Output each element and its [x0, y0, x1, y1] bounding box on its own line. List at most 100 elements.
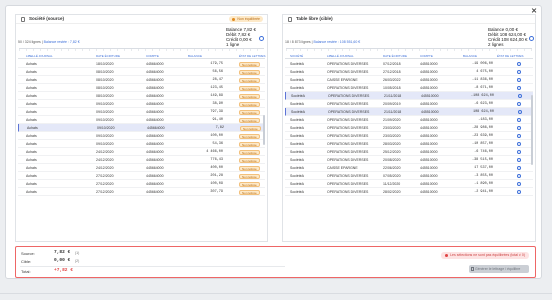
- table-row[interactable]: Achats 27/12/2020 445664000 307,79 Non lettr…: [18, 188, 265, 196]
- table-row[interactable]: SociétéA OPERATIONS DIVERSES 07/05/2020 445…: [285, 172, 533, 180]
- gear-icon[interactable]: [517, 158, 521, 162]
- table-row[interactable]: SociétéA OPERATIONS DIVERSES 11/12/2020 445…: [285, 180, 533, 188]
- cell-journal: OPERATIONS DIVERSES: [328, 94, 370, 98]
- generate-matching-label: Générer le lettrage / équilibre: [475, 267, 521, 271]
- target-balance-link[interactable]: Balance restée : 108 551,60 €: [314, 40, 361, 44]
- source-column-slider[interactable]: [19, 46, 264, 52]
- target-scrollbar[interactable]: [531, 95, 533, 165]
- table-row[interactable]: SociétéA OPERATIONS DIVERSES 10/05/2018 445…: [285, 84, 533, 92]
- table-row[interactable]: SociétéA OPERATIONS DIVERSES 25/12/2020 445…: [285, 148, 533, 156]
- col-header[interactable]: SOCIÉTÉ: [290, 54, 303, 58]
- source-lines-count: 50 / 324 lignes: [18, 40, 41, 44]
- source-scrollbar[interactable]: [263, 115, 265, 145]
- source-balance-link[interactable]: Balance restée : 7,82 €: [44, 40, 80, 44]
- table-row[interactable]: Achats 24/12/2020 445664000 776,43 Non lettr…: [18, 156, 265, 164]
- table-row[interactable]: Achats 09/10/2020 445664000 54,36 Non lettré…: [18, 140, 265, 148]
- table-row[interactable]: SociétéA OPERATIONS DIVERSES 23/03/2020 445…: [285, 124, 533, 132]
- status-badge: Non lettrée: [239, 101, 260, 107]
- cell-account: 445664000: [146, 102, 164, 106]
- generate-matching-button[interactable]: Générer le lettrage / équilibre: [469, 265, 529, 273]
- table-row[interactable]: Achats 18/10/2020 445664000 179,75 Non lettr…: [18, 60, 265, 68]
- cell-balance: 797,39: [210, 110, 223, 114]
- gear-icon[interactable]: [517, 190, 521, 194]
- gear-icon[interactable]: [517, 166, 521, 170]
- gear-icon[interactable]: [517, 174, 521, 178]
- cell-journal: Achats: [26, 166, 37, 170]
- table-row[interactable]: Achats 08/10/2020 445664000 56,56 Non lettré…: [18, 68, 265, 76]
- table-row[interactable]: Achats 08/10/2020 445664000 149,89 Non lettr…: [18, 92, 265, 100]
- cell-date: 09/10/2020: [96, 118, 114, 122]
- gear-icon[interactable]: [517, 182, 521, 186]
- cell-account: 445664000: [146, 150, 164, 154]
- table-row[interactable]: SociétéA OPERATIONS DIVERSES 21/11/2018 445…: [285, 108, 533, 116]
- cell-date: 27/12/2020: [96, 182, 114, 186]
- table-row[interactable]: SociétéA CAISSE EPARGNE 22/06/2020 44551000…: [285, 164, 533, 172]
- gear-icon[interactable]: [517, 86, 521, 90]
- col-header[interactable]: ÉTAT DE LETTRES: [239, 54, 266, 58]
- table-row[interactable]: Achats 24/12/2020 445664000 4 466,00 Non let…: [18, 148, 265, 156]
- table-row[interactable]: Achats 08/10/2020 445664000 123,45 Non lettr…: [18, 84, 265, 92]
- cell-journal: CAISSE EPARGNE: [327, 166, 358, 170]
- col-header[interactable]: COMPTE: [146, 54, 159, 58]
- table-row[interactable]: SociétéA OPERATIONS DIVERSES 28/03/2020 445…: [285, 140, 533, 148]
- table-row[interactable]: Achats 24/12/2020 445664000 400,00 Non lettr…: [18, 164, 265, 172]
- cell-journal: Achats: [26, 94, 37, 98]
- col-header[interactable]: DATE ÉCRITURE: [383, 54, 407, 58]
- cell-journal: Achats: [27, 126, 38, 130]
- cell-account: 445664000: [146, 158, 164, 162]
- gear-icon[interactable]: [517, 118, 521, 122]
- settings-gear-icon[interactable]: [529, 36, 534, 41]
- gear-icon[interactable]: [517, 150, 521, 154]
- col-header[interactable]: BALANCE: [188, 54, 202, 58]
- col-header[interactable]: LIBELLÉ JOURNAL: [327, 54, 354, 58]
- cell-account: 445664000: [146, 190, 164, 194]
- cell-journal: Achats: [26, 110, 37, 114]
- table-row[interactable]: SociétéA OPERATIONS DIVERSES 21/11/2018 445…: [285, 92, 533, 100]
- cell-date: 24/12/2020: [96, 158, 114, 162]
- table-row[interactable]: Achats 27/12/2020 445664000 100,09 Non lettr…: [18, 180, 265, 188]
- document-icon: [471, 267, 474, 271]
- table-row[interactable]: Achats 08/10/2020 445664000 28,47 Non lettré…: [18, 76, 265, 84]
- cell-balance: -108 624,00: [470, 94, 494, 98]
- cell-date: 27/12/2018: [383, 70, 401, 74]
- gear-icon[interactable]: [517, 134, 521, 138]
- cell-account: 445510000: [420, 150, 438, 154]
- table-row[interactable]: SociétéA OPERATIONS DIVERSES 27/12/2018 445…: [285, 68, 533, 76]
- table-row[interactable]: Achats 27/12/2020 445664000 201,28 Non lettr…: [18, 172, 265, 180]
- table-row[interactable]: SociétéA OPERATIONS DIVERSES 20/08/2020 445…: [285, 156, 533, 164]
- cell-account: 445510000: [420, 102, 438, 106]
- gear-icon[interactable]: [518, 110, 522, 114]
- cell-balance: -11 836,00: [471, 78, 493, 82]
- table-row[interactable]: SociétéA OPERATIONS DIVERSES 20/09/2019 445…: [285, 100, 533, 108]
- col-header[interactable]: LIBELLÉ JOURNAL: [26, 54, 53, 58]
- gear-icon[interactable]: [517, 142, 521, 146]
- table-row[interactable]: SociétéA CAISSE EPARGNE 26/03/2022 44551000…: [285, 76, 533, 84]
- gear-icon[interactable]: [517, 78, 521, 82]
- gear-icon[interactable]: [517, 62, 521, 66]
- document-icon: [21, 17, 25, 22]
- table-row[interactable]: SociétéA OPERATIONS DIVERSES 21/09/2020 445…: [285, 116, 533, 124]
- table-row[interactable]: SociétéA OPERATIONS DIVERSES 07/12/2018 445…: [285, 60, 533, 68]
- table-row[interactable]: Achats 09/10/2020 445664000 100,00 Non lettr…: [18, 132, 265, 140]
- col-header[interactable]: DATE ÉCRITURE: [96, 54, 120, 58]
- gear-icon[interactable]: [517, 102, 521, 106]
- table-row[interactable]: SociétéA OPERATIONS DIVERSES 28/02/2020 445…: [285, 188, 533, 196]
- cell-account: 445664000: [146, 86, 164, 90]
- table-row[interactable]: Achats 09/10/2020 445664000 91,40 Non lettré…: [18, 116, 265, 124]
- cell-balance: 4 675,00: [476, 70, 493, 74]
- col-header[interactable]: BALANCE: [463, 54, 477, 58]
- settings-gear-icon[interactable]: [259, 36, 264, 41]
- table-row[interactable]: Achats 09/10/2020 445664000 7,82 Non lettrée: [18, 124, 265, 132]
- table-row[interactable]: Achats 09/10/2020 445664000 38,90 Non lettré…: [18, 100, 265, 108]
- target-column-slider[interactable]: [286, 46, 532, 52]
- gear-icon[interactable]: [518, 94, 522, 98]
- table-row[interactable]: SociétéA OPERATIONS DIVERSES 23/03/2020 445…: [285, 132, 533, 140]
- gear-icon[interactable]: [517, 70, 521, 74]
- cell-journal: CAISSE EPARGNE: [327, 78, 358, 82]
- table-row[interactable]: Achats 09/10/2020 445664000 797,39 Non lettr…: [18, 108, 265, 116]
- col-header[interactable]: ÉTAT DE LETTRES: [497, 54, 524, 58]
- cell-balance: -2 941,00: [474, 190, 493, 194]
- col-header[interactable]: COMPTE: [420, 54, 433, 58]
- gear-icon[interactable]: [517, 126, 521, 130]
- cell-journal: OPERATIONS DIVERSES: [327, 158, 369, 162]
